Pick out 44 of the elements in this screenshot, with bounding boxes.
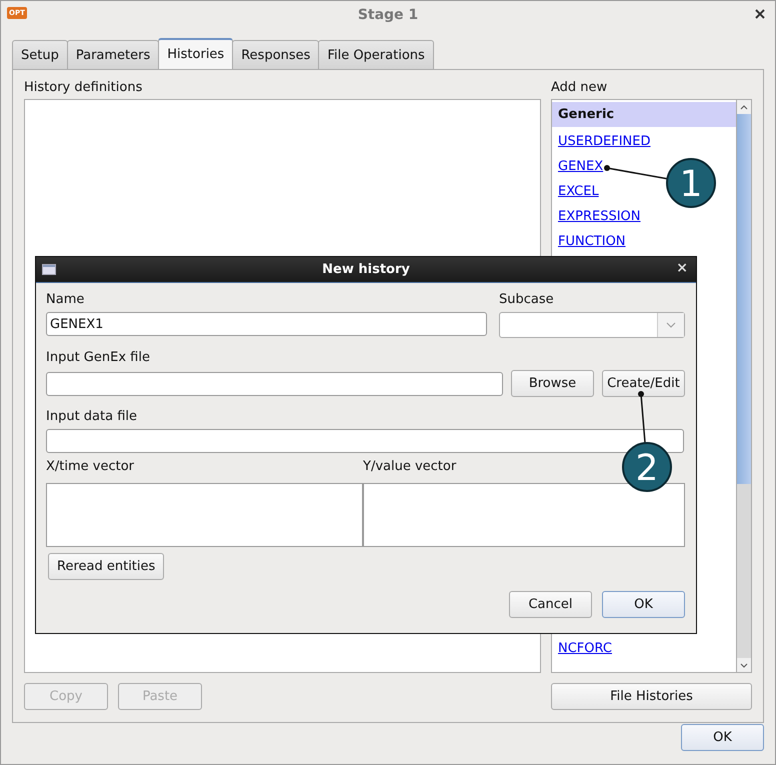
- list-group-header: Generic: [552, 102, 736, 127]
- history-type-link[interactable]: FUNCTION: [552, 229, 632, 254]
- tab[interactable]: File Operations: [318, 40, 434, 69]
- history-type-link[interactable]: EXPRESSION: [552, 204, 647, 229]
- callout-number: 1: [680, 164, 702, 205]
- window-title: Stage 1: [358, 6, 418, 22]
- dialog-title: New history: [322, 262, 410, 277]
- scroll-up-icon[interactable]: [737, 100, 751, 114]
- close-button[interactable]: ×: [676, 260, 688, 276]
- field-label: Input GenEx file: [46, 350, 150, 366]
- history-type-link[interactable]: EXCEL: [552, 179, 605, 204]
- scroll-thumb[interactable]: [737, 114, 751, 484]
- field-label: Input data file: [46, 409, 138, 425]
- field-label: X/time vector: [46, 459, 134, 475]
- tab[interactable]: Parameters: [66, 40, 160, 69]
- browse-button[interactable]: Browse: [511, 370, 594, 397]
- history-type-link[interactable]: GENEX: [552, 154, 610, 179]
- history-type-link[interactable]: NCFORC: [552, 636, 618, 661]
- tab[interactable]: Responses: [232, 40, 320, 69]
- scrollbar[interactable]: [737, 99, 752, 673]
- data-file-field[interactable]: [46, 429, 684, 453]
- create-edit-button[interactable]: Create/Edit: [602, 370, 685, 397]
- close-icon[interactable]: [755, 9, 765, 19]
- history-type-link[interactable]: USERDEFINED: [552, 129, 656, 154]
- callout-number: 2: [636, 448, 658, 489]
- field-label: Subcase: [499, 292, 554, 308]
- vector-list[interactable]: [46, 483, 363, 547]
- name-field[interactable]: GENEX1: [46, 312, 487, 336]
- dialog-button[interactable]: OK: [602, 591, 685, 618]
- section-label: Add new: [551, 80, 608, 96]
- tab[interactable]: Histories: [158, 38, 234, 69]
- dialog-button[interactable]: Cancel: [509, 591, 592, 618]
- field-label: Name: [46, 292, 84, 308]
- subcase-dropdown[interactable]: [499, 312, 685, 338]
- vector-list[interactable]: [363, 483, 685, 547]
- reread-button[interactable]: Reread entities: [48, 553, 164, 580]
- file-histories-button[interactable]: File Histories: [551, 683, 752, 710]
- field-label: Y/value vector: [363, 459, 456, 475]
- genex-file-field[interactable]: [46, 372, 503, 396]
- window-icon: [42, 264, 56, 275]
- scroll-down-icon[interactable]: [737, 658, 751, 672]
- ok-button[interactable]: OK: [681, 724, 764, 751]
- tab[interactable]: Setup: [12, 40, 68, 69]
- section-label: History definitions: [24, 80, 142, 96]
